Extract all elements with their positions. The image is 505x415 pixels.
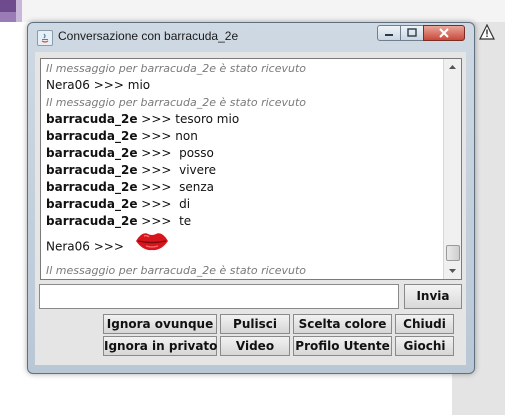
ignore-private-button[interactable]: Ignora in privato [103,336,217,356]
message-sender: barracuda_2e [46,180,138,194]
chat-lines: Il messaggio per barracuda_2e è stato ri… [46,60,441,279]
java-app-icon [37,30,53,46]
message-text: non [175,129,198,143]
message-text: tesoro mio [175,112,240,126]
message-separator: >>> [141,112,172,126]
choose-color-button[interactable]: Scelta colore [293,314,392,334]
system-message: Il messaggio per barracuda_2e è stato ri… [46,264,307,277]
message-separator: >>> [93,78,124,92]
message-text: posso [175,146,214,160]
message-separator: >>> [141,129,172,143]
desktop-purple-block [0,0,16,12]
message-sender: barracuda_2e [46,197,138,211]
message-separator: >>> [93,239,124,254]
message-sender: barracuda_2e [46,146,138,160]
message-separator: >>> [141,180,172,194]
user-profile-button[interactable]: Profilo Utente [293,336,392,356]
message-sender: Nera06 [46,239,90,254]
desktop-purple-block [0,12,16,22]
window-content: Il messaggio per barracuda_2e è stato ri… [35,52,466,365]
maximize-button[interactable] [400,25,424,41]
chat-message-emoticon: Nera06 >>> [46,230,441,262]
chat-message: barracuda_2e >>> vivere [46,162,441,179]
message-text: mio [127,78,151,92]
video-button[interactable]: Video [220,336,290,356]
desktop-purple-block [16,0,22,22]
desktop-background [0,374,452,415]
warning-icon [479,24,495,40]
chat-message: barracuda_2e >>> senza [46,179,441,196]
message-text: te [175,214,192,228]
minimize-button[interactable] [377,25,401,41]
scroll-down-arrow-icon[interactable] [444,263,461,279]
message-sender: barracuda_2e [46,163,138,177]
message-sender: barracuda_2e [46,129,138,143]
chat-history[interactable]: Il messaggio per barracuda_2e è stato ri… [40,58,462,280]
message-separator: >>> [141,146,172,160]
message-separator: >>> [141,163,172,177]
send-button[interactable]: Invia [404,284,462,309]
message-separator: >>> [141,214,172,228]
chat-scrollbar[interactable] [443,59,461,279]
window-titlebar[interactable]: Conversazione con barracuda_2e [28,23,474,49]
close-window-button[interactable] [423,25,465,41]
scroll-up-arrow-icon[interactable] [444,59,461,75]
chat-window: Conversazione con barracuda_2e Il messag… [27,22,475,374]
window-title: Conversazione con barracuda_2e [58,29,239,43]
desktop-top-strip [0,0,505,22]
message-sender: barracuda_2e [46,214,138,228]
games-button[interactable]: Giochi [395,336,454,356]
message-text: senza [175,180,214,194]
chat-message: barracuda_2e >>> tesoro mio [46,111,441,128]
clear-button[interactable]: Pulisci [220,314,290,334]
message-text: vivere [175,163,217,177]
message-input[interactable] [39,284,399,309]
chat-message: barracuda_2e >>> di [46,196,441,213]
close-button[interactable]: Chiudi [395,314,454,334]
message-separator: >>> [141,197,172,211]
system-message: Il messaggio per barracuda_2e è stato ri… [46,62,307,75]
chat-message: barracuda_2e >>> non [46,128,441,145]
chat-message: Nera06 >>> mio [46,77,441,94]
message-sender: Nera06 [46,78,90,92]
chat-message: barracuda_2e >>> te [46,213,441,230]
scrollbar-thumb[interactable] [446,245,460,261]
lips-icon [134,230,170,264]
message-text: di [175,197,191,211]
chat-message: barracuda_2e >>> posso [46,145,441,162]
system-message: Il messaggio per barracuda_2e è stato ri… [46,96,307,109]
ignore-everywhere-button[interactable]: Ignora ovunque [103,314,217,334]
message-sender: barracuda_2e [46,112,138,126]
